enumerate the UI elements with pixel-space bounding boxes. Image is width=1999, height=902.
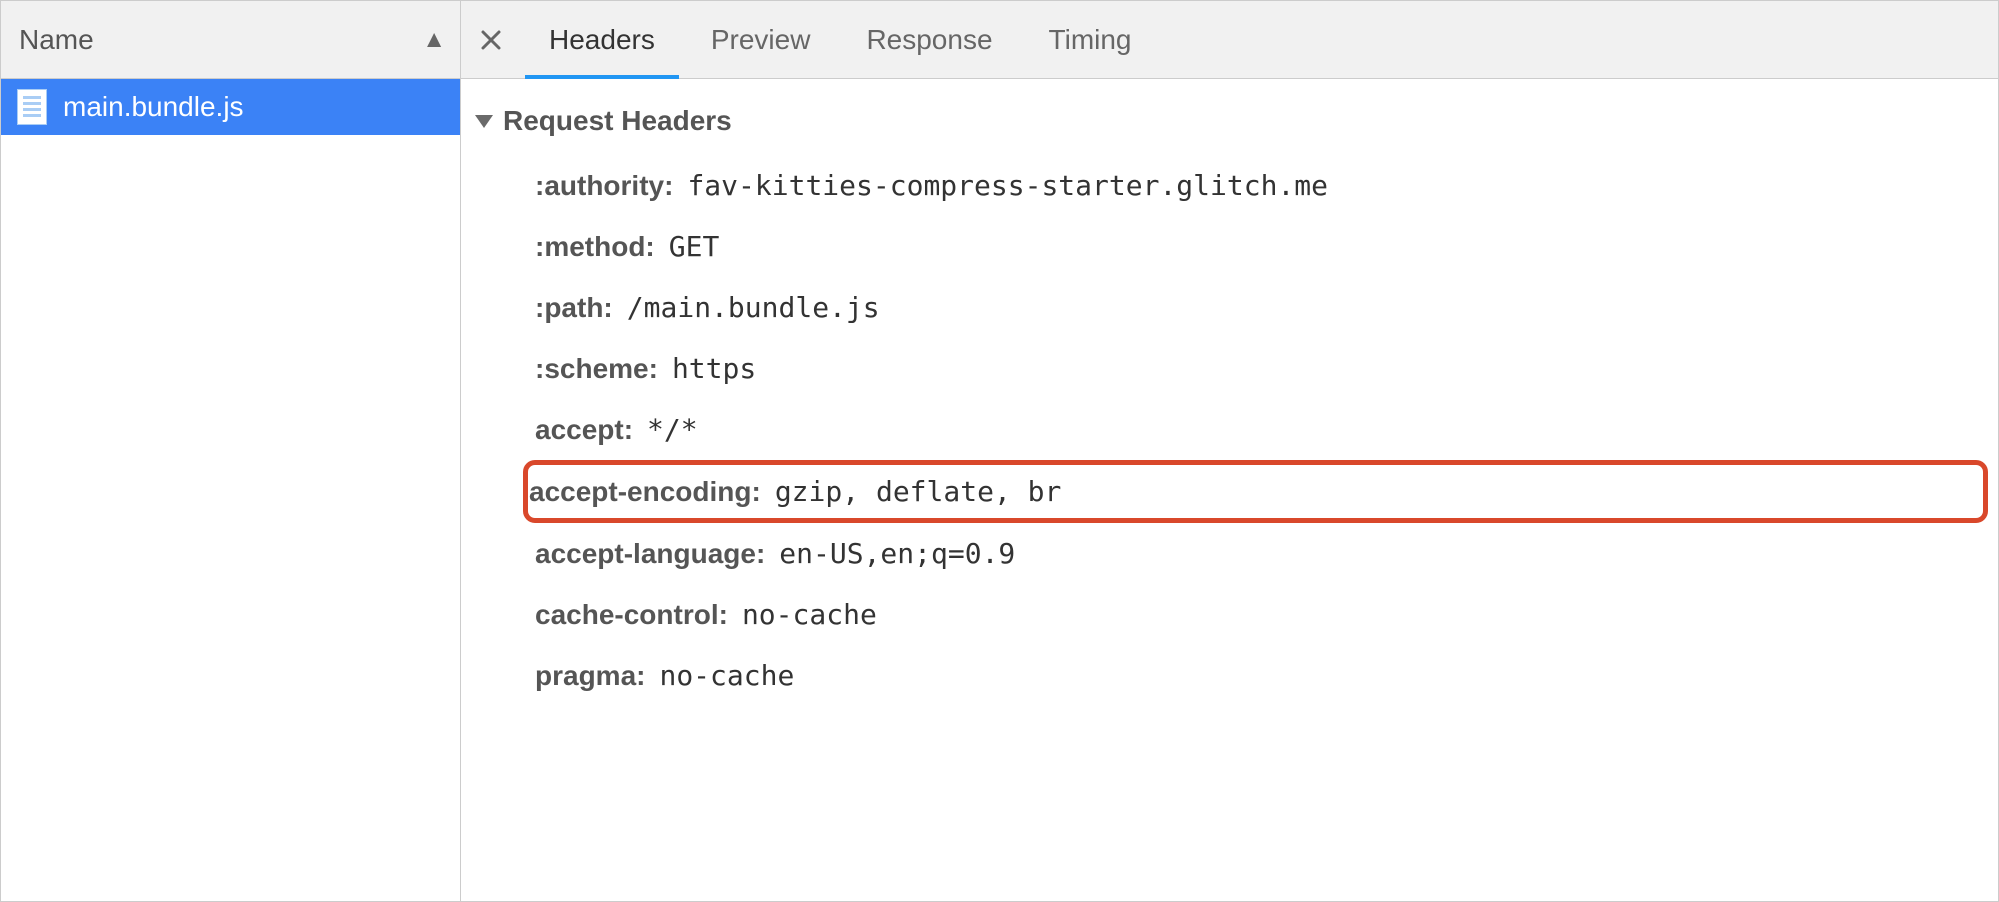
- header-name: :method:: [535, 231, 655, 263]
- header-name: accept:: [535, 414, 633, 446]
- header-value: gzip, deflate, br: [775, 475, 1062, 508]
- tab-label: Timing: [1049, 24, 1132, 56]
- request-filename: main.bundle.js: [63, 91, 244, 123]
- name-column-label: Name: [19, 24, 94, 56]
- header-row: cache-control: no-cache: [529, 584, 1988, 645]
- header-value: https: [672, 352, 756, 385]
- header-name: :authority:: [535, 170, 673, 202]
- header-row: :path: /main.bundle.js: [529, 277, 1988, 338]
- header-row: :method: GET: [529, 216, 1988, 277]
- devtools-network-panel: Name ▲ main.bundle.js Headers Preview Resp…: [0, 0, 1999, 902]
- header-name: cache-control:: [535, 599, 728, 631]
- header-name: :path:: [535, 292, 613, 324]
- request-row[interactable]: main.bundle.js: [1, 79, 460, 135]
- header-name: pragma:: [535, 660, 645, 692]
- header-name: :scheme:: [535, 353, 658, 385]
- header-name: accept-language:: [535, 538, 765, 570]
- header-value: fav-kitties-compress-starter.glitch.me: [687, 169, 1328, 202]
- caret-down-icon: [475, 115, 493, 128]
- header-row: accept: */*: [529, 399, 1988, 460]
- header-value: /main.bundle.js: [627, 291, 880, 324]
- tab-response[interactable]: Response: [838, 1, 1020, 78]
- header-value: en-US,en;q=0.9: [779, 537, 1015, 570]
- header-row: :authority: fav-kitties-compress-starter.…: [529, 155, 1988, 216]
- tab-timing[interactable]: Timing: [1021, 1, 1160, 78]
- close-icon[interactable]: [461, 1, 521, 78]
- request-headers-title-row[interactable]: Request Headers: [475, 105, 1988, 143]
- tab-label: Preview: [711, 24, 811, 56]
- name-column-header[interactable]: Name ▲: [1, 1, 460, 79]
- detail-tabbar: Headers Preview Response Timing: [461, 1, 1998, 79]
- request-detail-panel: Headers Preview Response Timing Request Hea…: [461, 1, 1998, 901]
- header-row: :scheme: https: [529, 338, 1988, 399]
- header-value: no-cache: [659, 659, 794, 692]
- header-row: accept-encoding: gzip, deflate, br: [523, 460, 1988, 523]
- tab-headers[interactable]: Headers: [521, 1, 683, 78]
- request-headers-list: :authority: fav-kitties-compress-starter.…: [475, 143, 1988, 706]
- sort-ascending-icon: ▲: [422, 26, 446, 54]
- header-value: no-cache: [742, 598, 877, 631]
- tab-preview[interactable]: Preview: [683, 1, 839, 78]
- header-row: pragma: no-cache: [529, 645, 1988, 706]
- headers-section: Request Headers :authority: fav-kitties-c…: [461, 79, 1998, 901]
- tab-label: Response: [866, 24, 992, 56]
- header-value: */*: [647, 413, 698, 446]
- tab-label: Headers: [549, 24, 655, 56]
- header-name: accept-encoding:: [529, 476, 761, 508]
- file-icon: [17, 89, 47, 125]
- request-headers-title: Request Headers: [503, 105, 732, 137]
- header-row: accept-language: en-US,en;q=0.9: [529, 523, 1988, 584]
- request-list: main.bundle.js: [1, 79, 460, 901]
- header-value: GET: [669, 230, 720, 263]
- request-list-panel: Name ▲ main.bundle.js: [1, 1, 461, 901]
